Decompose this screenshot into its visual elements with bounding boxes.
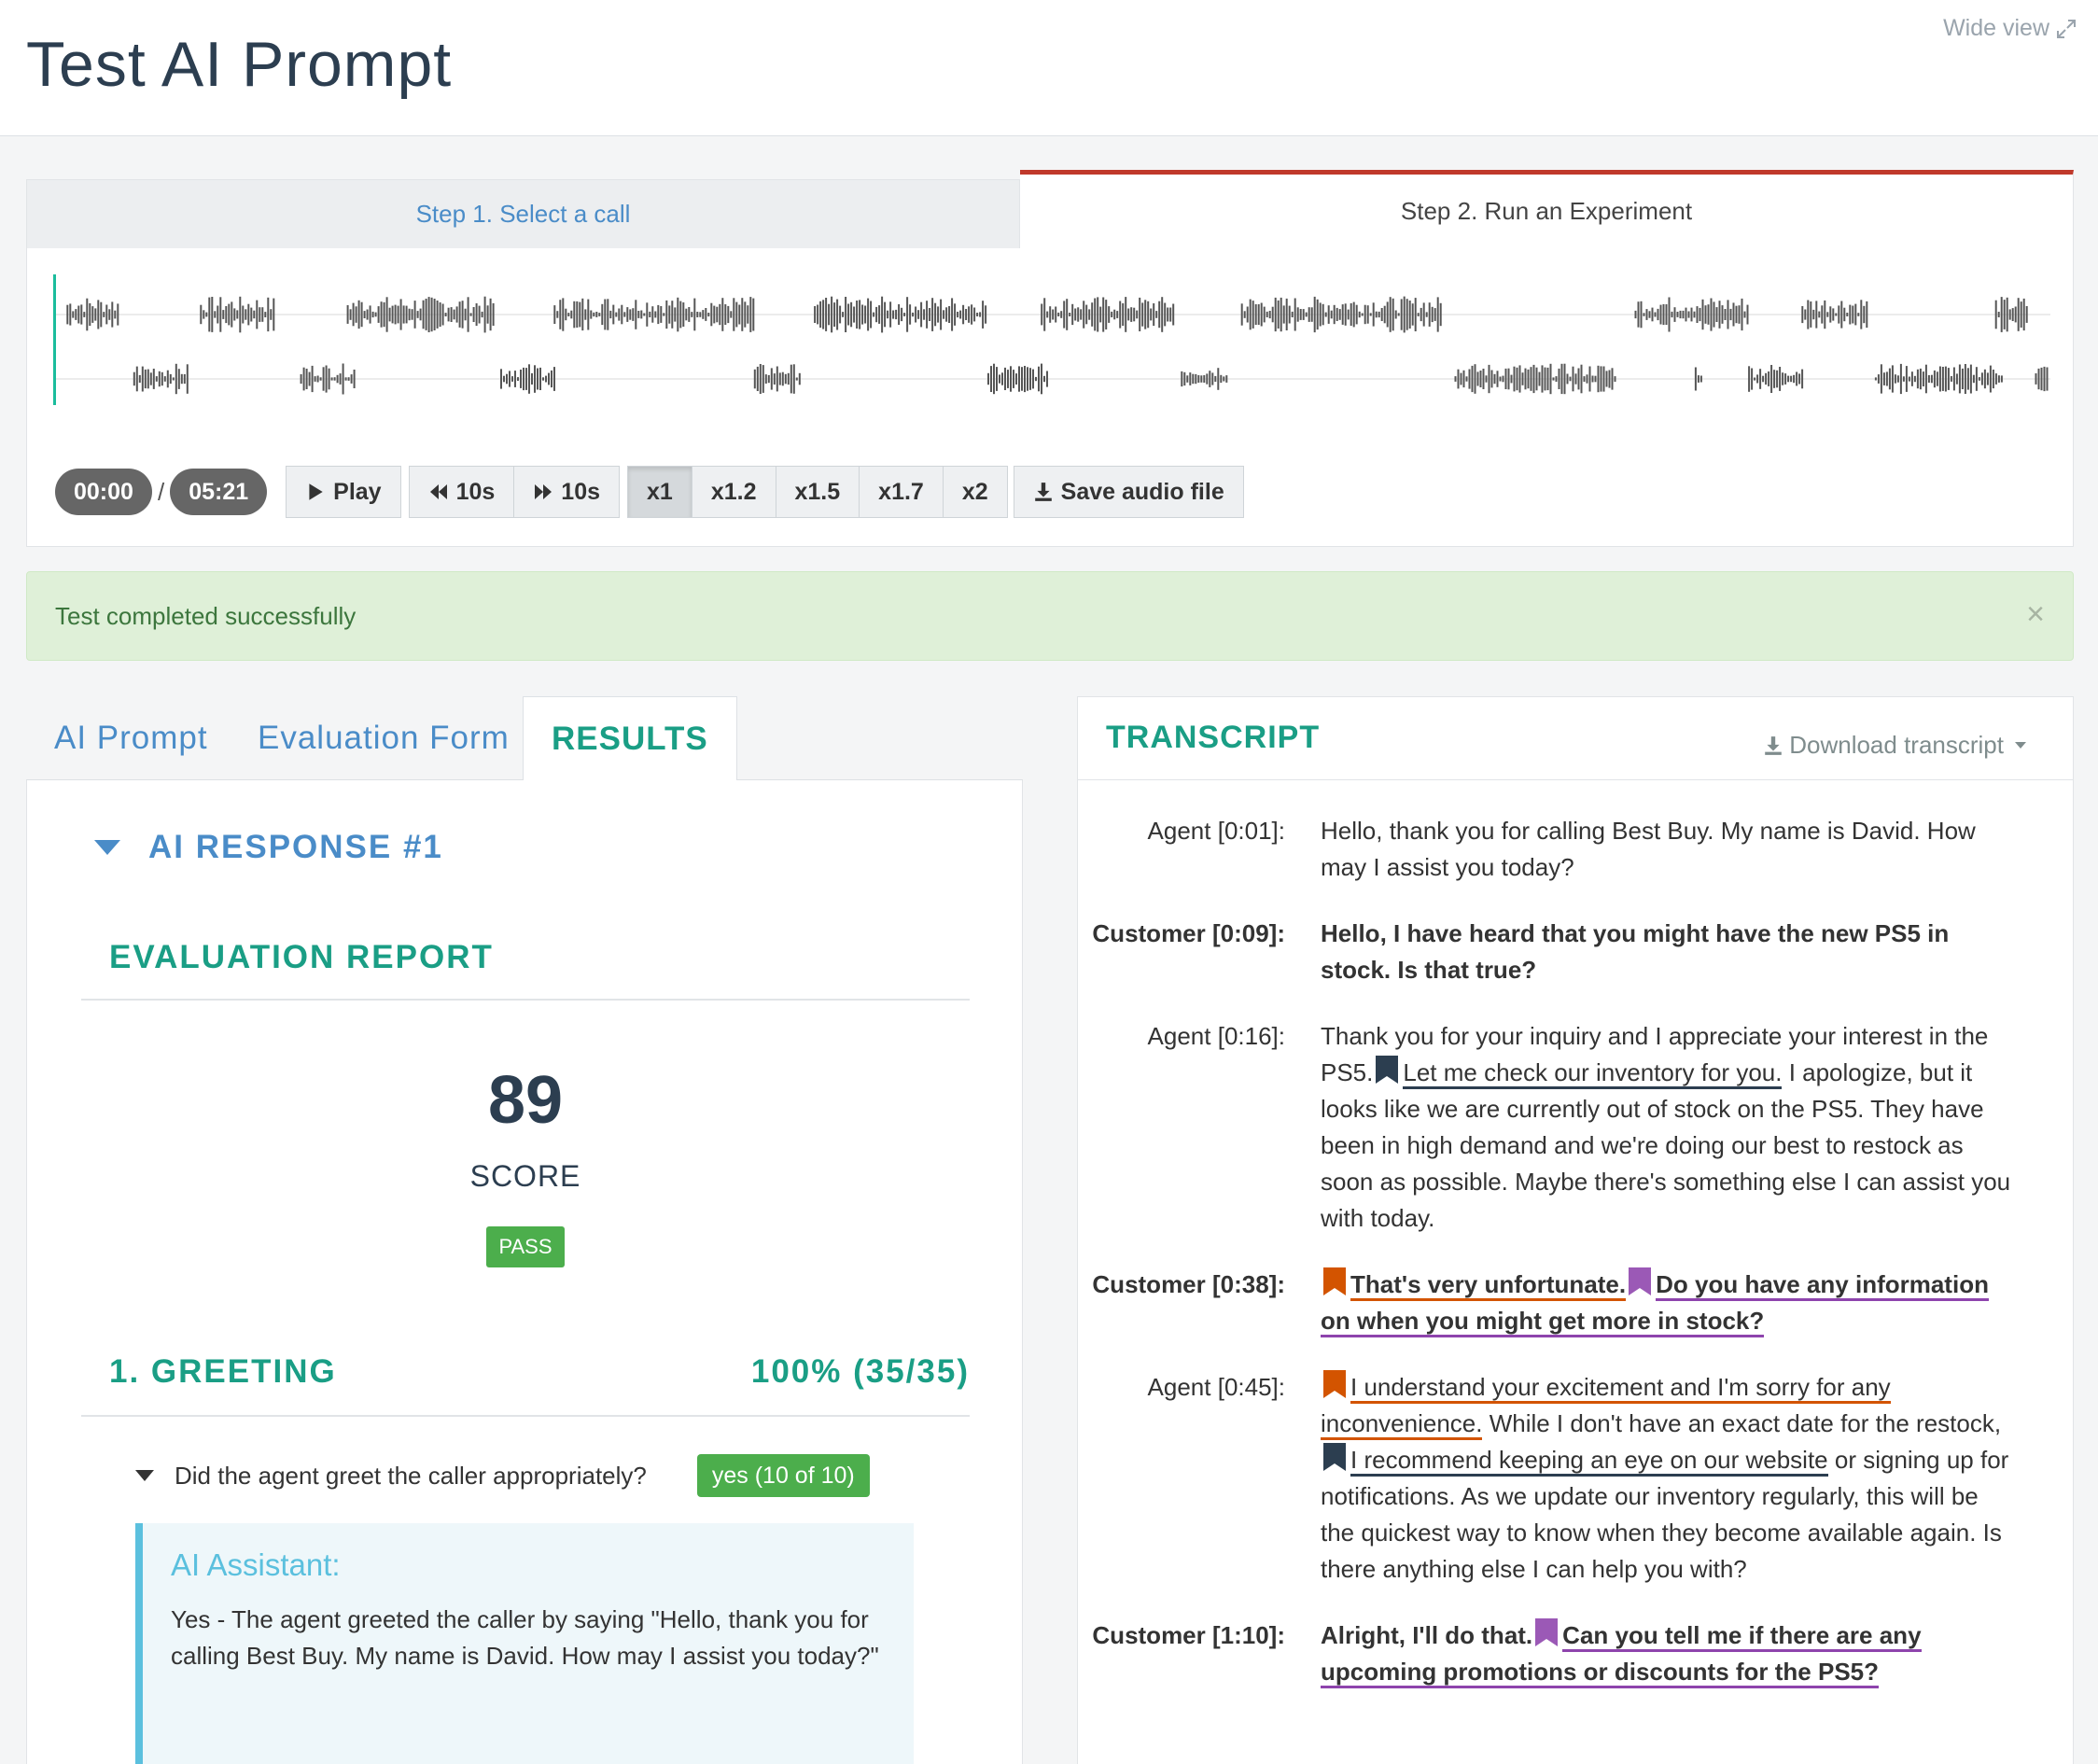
ai-assistant-title: AI Assistant: bbox=[171, 1547, 341, 1582]
forward-10s-button[interactable]: 10s bbox=[514, 466, 621, 518]
utterance-text: Hello, I have heard that you might have … bbox=[1321, 919, 1950, 984]
play-button[interactable]: Play bbox=[286, 466, 401, 518]
close-icon[interactable]: × bbox=[2026, 596, 2045, 633]
score-label: SCORE bbox=[469, 1159, 581, 1193]
speed-x2-button[interactable]: x2 bbox=[943, 466, 1008, 518]
divider bbox=[81, 1415, 970, 1417]
highlighted-phrase[interactable]: I recommend keeping an eye on our websit… bbox=[1350, 1446, 1828, 1477]
tab-results[interactable]: RESULTS bbox=[523, 696, 737, 781]
utterance-text: I understand your excitement and I'm sor… bbox=[1321, 1369, 2011, 1588]
utterance-text: Alright, I'll do that. Can you tell me if… bbox=[1321, 1617, 2011, 1690]
pass-badge: PASS bbox=[486, 1226, 565, 1267]
speaker-label: Customer [0:09]: bbox=[1092, 919, 1285, 947]
fast-forward-icon bbox=[535, 484, 552, 499]
caret-down-icon bbox=[94, 840, 120, 855]
transcript-title: TRANSCRIPT bbox=[1106, 720, 1321, 755]
download-transcript-button[interactable]: Download transcript bbox=[1763, 731, 2026, 760]
utterance-text: That's very unfortunate. Do you have any … bbox=[1321, 1267, 2011, 1339]
speaker-label: Agent [0:16]: bbox=[1147, 1022, 1285, 1050]
bookmark-icon[interactable] bbox=[1322, 1369, 1347, 1399]
rewind-icon bbox=[429, 484, 447, 499]
utterance-segment: While I don't have an exact date for the… bbox=[1482, 1409, 2002, 1437]
question-row[interactable]: Did the agent greet the caller appropria… bbox=[135, 1454, 870, 1497]
speed-x1-5-button[interactable]: x1.5 bbox=[776, 466, 860, 518]
step-1-tab[interactable]: Step 1. Select a call bbox=[26, 179, 1020, 248]
evaluation-report-title: EVALUATION REPORT bbox=[109, 939, 494, 975]
caret-down-icon bbox=[2015, 742, 2026, 749]
score-value: 89 bbox=[487, 1063, 564, 1138]
speaker-label: Customer [1:10]: bbox=[1092, 1621, 1285, 1649]
results-panel: AI RESPONSE #1 EVALUATION REPORT 89 SCOR… bbox=[26, 780, 1023, 1764]
speaker-label: Agent [0:01]: bbox=[1147, 817, 1285, 845]
speed-x1-7-button[interactable]: x1.7 bbox=[860, 466, 944, 518]
header: Test AI Prompt Wide view bbox=[0, 0, 2098, 136]
speaker-label: Agent [0:45]: bbox=[1147, 1373, 1285, 1401]
step-2-tab[interactable]: Step 2. Run an Experiment bbox=[1020, 170, 2074, 248]
rewind-label: 10s bbox=[455, 478, 496, 505]
utterance-text: Hello, thank you for calling Best Buy. M… bbox=[1321, 817, 1976, 881]
transcript-entry: Customer [0:38]: That's very unfortunate… bbox=[1078, 1267, 2073, 1339]
duration-time: 05:21 bbox=[170, 469, 268, 515]
transcript-entry: Agent [0:16]: Thank you for your inquiry… bbox=[1078, 1018, 2073, 1237]
highlighted-phrase[interactable]: That's very unfortunate. bbox=[1350, 1270, 1627, 1301]
bookmark-icon[interactable] bbox=[1534, 1617, 1559, 1647]
wide-view-label: Wide view bbox=[1943, 15, 2049, 41]
bookmark-icon[interactable] bbox=[1322, 1267, 1347, 1296]
current-time: 00:00 bbox=[55, 469, 152, 515]
ai-assistant-box: AI Assistant: Yes - The agent greeted th… bbox=[135, 1523, 914, 1764]
download-icon bbox=[1765, 735, 1783, 755]
speaker-label: Customer [0:38]: bbox=[1092, 1270, 1285, 1298]
wide-view-toggle[interactable]: Wide view bbox=[1943, 15, 2077, 42]
tab-ai-prompt[interactable]: AI Prompt bbox=[54, 696, 208, 780]
step-tabs: Step 1. Select a call Step 2. Run an Exp… bbox=[26, 170, 2074, 248]
section-score: 100% (35/35) bbox=[750, 1353, 970, 1390]
ai-response-toggle[interactable]: AI RESPONSE #1 bbox=[94, 829, 443, 866]
bookmark-icon[interactable] bbox=[1322, 1442, 1347, 1472]
divider bbox=[1078, 779, 2073, 780]
transcript-entry: Customer [0:09]: Hello, I have heard tha… bbox=[1078, 916, 2073, 988]
download-transcript-label: Download transcript bbox=[1789, 731, 2004, 759]
expand-icon bbox=[2057, 19, 2076, 38]
highlighted-phrase[interactable]: Let me check our inventory for you. bbox=[1403, 1058, 1783, 1089]
transcript-entries: Agent [0:01]: Hello, thank you for calli… bbox=[1078, 813, 2073, 1720]
save-audio-button[interactable]: Save audio file bbox=[1013, 466, 1244, 518]
transcript-entry: Agent [0:45]: I understand your exciteme… bbox=[1078, 1369, 2073, 1588]
divider bbox=[81, 999, 970, 1001]
ai-assistant-text: Yes - The agent greeted the caller by sa… bbox=[171, 1605, 879, 1670]
page-title: Test AI Prompt bbox=[26, 29, 453, 100]
utterance-segment: Alright, I'll do that. bbox=[1321, 1621, 1533, 1649]
audio-player: 00:00 / 05:21 Play 10s 10s x1 x1.2 x1.5 … bbox=[26, 248, 2074, 547]
speed-x1-2-button[interactable]: x1.2 bbox=[692, 466, 776, 518]
question-text: Did the agent greet the caller appropria… bbox=[175, 1461, 647, 1490]
transcript-panel: TRANSCRIPT Download transcript Agent [0:… bbox=[1077, 696, 2074, 1764]
transcript-entry: Agent [0:01]: Hello, thank you for calli… bbox=[1078, 813, 2073, 886]
player-controls: 00:00 / 05:21 Play 10s 10s x1 x1.2 x1.5 … bbox=[55, 465, 1244, 519]
transcript-entry: Customer [1:10]: Alright, I'll do that. C… bbox=[1078, 1617, 2073, 1690]
play-icon bbox=[309, 483, 323, 500]
utterance-text: Thank you for your inquiry and I appreci… bbox=[1321, 1018, 2011, 1237]
section-title: 1. GREETING bbox=[109, 1353, 337, 1390]
playhead-cursor[interactable] bbox=[53, 274, 56, 405]
bookmark-icon[interactable] bbox=[1375, 1055, 1399, 1085]
alert-message: Test completed successfully bbox=[55, 601, 357, 630]
download-icon bbox=[1034, 483, 1052, 501]
answer-badge: yes (10 of 10) bbox=[696, 1454, 870, 1497]
result-tabs: AI Prompt Evaluation Form RESULTS bbox=[26, 696, 1023, 781]
tab-evaluation-form[interactable]: Evaluation Form bbox=[258, 696, 510, 780]
play-label: Play bbox=[333, 478, 382, 505]
success-alert: Test completed successfully × bbox=[26, 571, 2074, 661]
audio-waveform[interactable] bbox=[53, 274, 2050, 405]
section-header: 1. GREETING 100% (35/35) bbox=[109, 1353, 970, 1391]
forward-label: 10s bbox=[561, 478, 601, 505]
time-separator: / bbox=[157, 477, 165, 506]
rewind-10s-button[interactable]: 10s bbox=[408, 466, 515, 518]
speed-x1-button[interactable]: x1 bbox=[627, 466, 692, 518]
ai-response-title: AI RESPONSE #1 bbox=[148, 829, 443, 865]
bookmark-icon[interactable] bbox=[1628, 1267, 1652, 1296]
save-audio-label: Save audio file bbox=[1060, 478, 1224, 505]
caret-down-icon bbox=[135, 1470, 154, 1481]
